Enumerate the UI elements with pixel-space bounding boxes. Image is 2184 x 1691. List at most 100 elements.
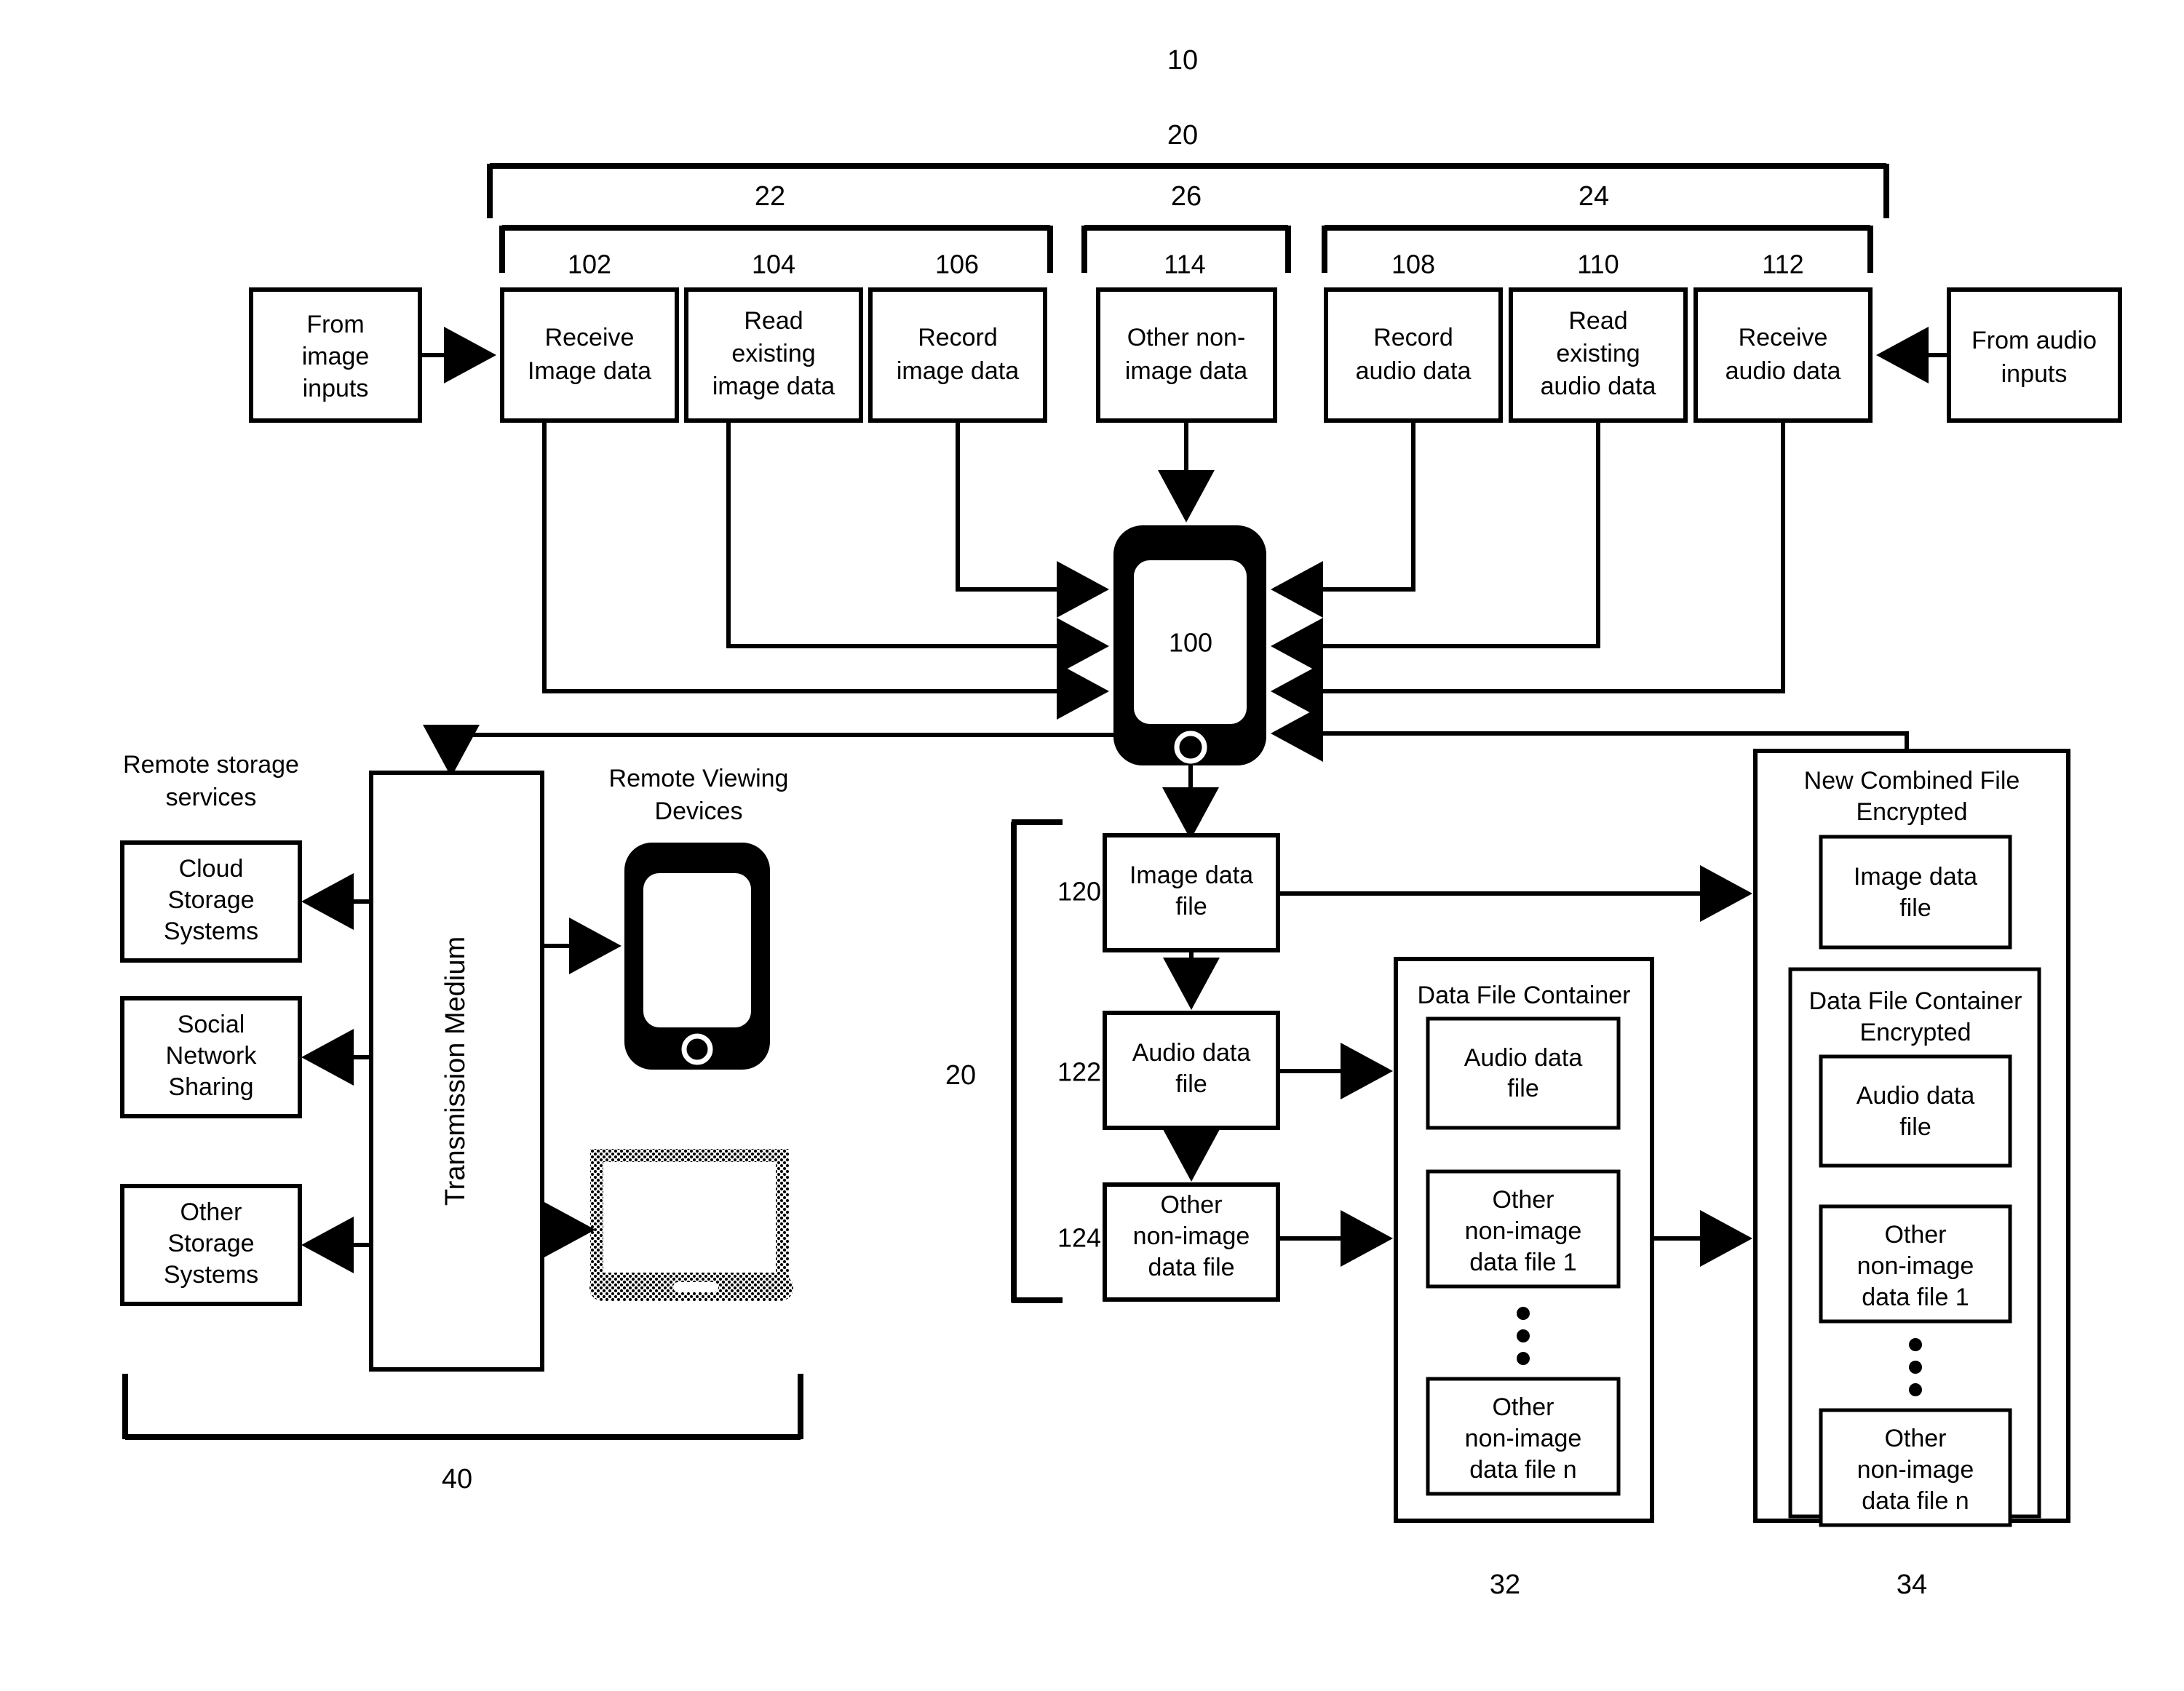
combined-image-line1: Image data bbox=[1854, 863, 1977, 891]
other-storage-line1: Other bbox=[180, 1198, 242, 1226]
box-receive-audio-data[interactable] bbox=[1693, 287, 1873, 423]
remote-laptop-screen-icon bbox=[590, 1149, 789, 1286]
ref-110: 110 bbox=[1577, 250, 1619, 279]
remote-storage-heading-line1: Remote storage bbox=[123, 751, 299, 779]
ref-124: 124 bbox=[1057, 1223, 1101, 1253]
remote-laptop-trackpad-icon bbox=[673, 1282, 718, 1292]
social-network-line2: Network bbox=[166, 1042, 258, 1070]
read-existing-image-line2: existing bbox=[731, 340, 815, 367]
box-record-image-data[interactable] bbox=[868, 287, 1047, 423]
from-image-inputs-line1: From bbox=[306, 311, 364, 338]
read-existing-image-line1: Read bbox=[744, 307, 803, 335]
other-storage-line3: Systems bbox=[164, 1261, 258, 1289]
from-audio-inputs-line1: From audio bbox=[1971, 327, 2097, 354]
arrow-110-to-device bbox=[1271, 421, 1600, 675]
bracket-data-files-20 bbox=[1011, 819, 1063, 1303]
from-image-inputs-line2: image bbox=[302, 343, 370, 370]
read-existing-audio-line1: Read bbox=[1568, 307, 1627, 335]
encrypted-othern-line1: Other bbox=[1884, 1425, 1946, 1452]
read-existing-audio-line2: existing bbox=[1556, 340, 1640, 367]
bracket-40 bbox=[122, 1374, 803, 1440]
remote-phone-screen bbox=[643, 873, 751, 1027]
container-ellipsis-dot-2 bbox=[1517, 1329, 1530, 1342]
figure-ref-22: 22 bbox=[755, 181, 785, 212]
arrow-104-to-device bbox=[726, 421, 1109, 675]
figure-ref-40: 40 bbox=[442, 1464, 472, 1495]
encrypted-ellipsis-dot-1 bbox=[1909, 1338, 1922, 1351]
other-non-image-file-line2: non-image bbox=[1133, 1222, 1250, 1250]
container-ellipsis-dot-1 bbox=[1517, 1307, 1530, 1320]
ref-106: 106 bbox=[935, 250, 979, 279]
container-othern-line3: data file n bbox=[1469, 1456, 1576, 1484]
audio-data-file-line2: file bbox=[1175, 1070, 1207, 1098]
container-audio-line2: file bbox=[1507, 1075, 1538, 1102]
social-network-line3: Sharing bbox=[168, 1073, 253, 1101]
social-network-line1: Social bbox=[178, 1011, 245, 1038]
container-other1-line2: non-image bbox=[1465, 1217, 1582, 1245]
from-image-inputs-line3: inputs bbox=[303, 375, 369, 402]
combined-title-line1: New Combined File bbox=[1804, 767, 2020, 795]
cloud-storage-line1: Cloud bbox=[179, 855, 244, 883]
cloud-storage-line3: Systems bbox=[164, 918, 258, 945]
figure-ref-10: 10 bbox=[1167, 45, 1198, 76]
audio-data-file-line1: Audio data bbox=[1132, 1039, 1251, 1067]
diagram-svg: 10 20 22 26 24 102 104 106 114 108 110 1… bbox=[120, 45, 2122, 1600]
other-non-image-file-line1: Other bbox=[1160, 1191, 1222, 1219]
encrypted-othern-line3: data file n bbox=[1862, 1487, 1969, 1515]
encrypted-audio-data-file[interactable] bbox=[1819, 1054, 2012, 1168]
box-record-audio-data[interactable] bbox=[1324, 287, 1503, 423]
record-image-data-line2: image data bbox=[897, 357, 1019, 385]
record-audio-data-line2: audio data bbox=[1356, 357, 1472, 385]
figure-ref-20: 20 bbox=[1167, 120, 1198, 151]
inner-container-title-line1: Data File Container bbox=[1809, 987, 2022, 1015]
container-audio-line1: Audio data bbox=[1464, 1044, 1583, 1072]
combined-image-data-file[interactable] bbox=[1819, 835, 2012, 950]
remote-storage-heading-line2: services bbox=[166, 784, 257, 811]
figure-ref-26: 26 bbox=[1171, 181, 1202, 212]
box-other-non-image-data[interactable] bbox=[1096, 287, 1277, 423]
arrow-106-to-device bbox=[956, 421, 1109, 618]
from-audio-inputs-line2: inputs bbox=[2001, 360, 2068, 388]
container-othern-line1: Other bbox=[1492, 1393, 1554, 1421]
combined-title-line2: Encrypted bbox=[1856, 798, 1967, 826]
ref-108: 108 bbox=[1391, 250, 1435, 279]
read-existing-image-line3: image data bbox=[712, 373, 835, 400]
ref-102: 102 bbox=[568, 250, 611, 279]
patent-figure-canvas: 10 20 22 26 24 102 104 106 114 108 110 1… bbox=[0, 0, 2184, 1691]
box-from-audio-inputs[interactable] bbox=[1947, 287, 2122, 423]
cloud-storage-line2: Storage bbox=[167, 886, 254, 914]
encrypted-ellipsis-dot-2 bbox=[1909, 1361, 1922, 1374]
encrypted-other1-line2: non-image bbox=[1857, 1252, 1974, 1280]
container-other1-line1: Other bbox=[1492, 1186, 1554, 1214]
container-audio-data-file[interactable] bbox=[1426, 1016, 1621, 1130]
figure-ref-20-files: 20 bbox=[945, 1060, 976, 1091]
remote-viewing-heading-line2: Devices bbox=[655, 797, 743, 825]
record-audio-data-line1: Record bbox=[1373, 324, 1453, 351]
container-othern-line2: non-image bbox=[1465, 1425, 1582, 1452]
transmission-medium-label: Transmission Medium bbox=[440, 936, 471, 1206]
read-existing-audio-line3: audio data bbox=[1541, 373, 1656, 400]
receive-audio-data-line1: Receive bbox=[1739, 324, 1828, 351]
image-data-file-line1: Image data bbox=[1129, 862, 1253, 889]
encrypted-othern-line2: non-image bbox=[1857, 1456, 1974, 1484]
container-other1-line3: data file 1 bbox=[1469, 1249, 1576, 1276]
encrypted-ellipsis-dot-3 bbox=[1909, 1383, 1922, 1396]
record-image-data-line1: Record bbox=[918, 324, 998, 351]
arrow-102-to-device bbox=[542, 421, 1109, 720]
encrypted-other1-line1: Other bbox=[1884, 1221, 1946, 1249]
image-data-file-line2: file bbox=[1175, 893, 1207, 920]
other-non-image-file-line3: data file bbox=[1148, 1254, 1234, 1281]
combined-image-line2: file bbox=[1899, 894, 1931, 922]
ref-122: 122 bbox=[1057, 1057, 1101, 1087]
encrypted-audio-line2: file bbox=[1899, 1113, 1931, 1141]
other-non-image-data-line2: image data bbox=[1125, 357, 1247, 385]
inner-container-title-line2: Encrypted bbox=[1859, 1019, 1971, 1046]
receive-image-data-line2: Image data bbox=[528, 357, 651, 385]
arrow-108-to-device bbox=[1271, 421, 1415, 618]
encrypted-audio-line1: Audio data bbox=[1857, 1082, 1975, 1110]
figure-ref-24: 24 bbox=[1579, 181, 1609, 212]
other-storage-line2: Storage bbox=[167, 1230, 254, 1257]
encrypted-other1-line3: data file 1 bbox=[1862, 1284, 1969, 1311]
remote-viewing-heading-line1: Remote Viewing bbox=[609, 765, 789, 792]
box-receive-image-data[interactable] bbox=[500, 287, 679, 423]
